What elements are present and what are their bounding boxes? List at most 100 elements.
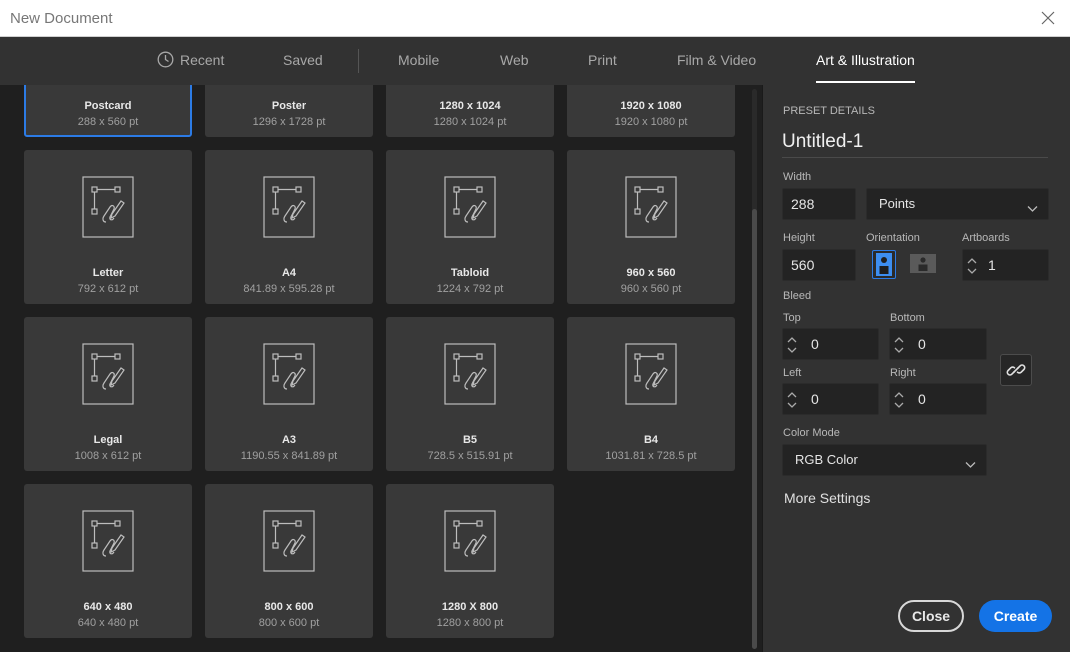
preset-card[interactable]: B5 728.5 x 515.91 pt [386, 317, 554, 471]
tab-art-illustration[interactable]: Art & Illustration [816, 37, 915, 85]
category-tabs: Recent Saved Mobile Web Print Film & Vid… [0, 37, 1070, 85]
bleed-right-value: 0 [918, 391, 926, 407]
more-settings-button[interactable]: More Settings [784, 490, 870, 506]
preset-card[interactable]: 800 x 600 800 x 600 pt [205, 484, 373, 638]
preset-name: A4 [281, 267, 297, 279]
portrait-icon [876, 253, 892, 276]
create-button[interactable]: Create [979, 600, 1052, 632]
preset-card[interactable]: 1920 x 1080 1920 x 1080 pt [567, 85, 735, 137]
preset-card[interactable]: Tabloid 1224 x 792 pt [386, 150, 554, 304]
color-mode-value: RGB Color [795, 452, 858, 467]
landscape-icon [910, 254, 936, 273]
height-label: Height [783, 232, 815, 244]
clock-icon [157, 40, 174, 87]
preset-card[interactable]: A4 841.89 x 595.28 pt [205, 150, 373, 304]
link-icon [1006, 364, 1026, 376]
tab-web[interactable]: Web [500, 37, 529, 85]
bleed-bottom-value: 0 [918, 336, 926, 352]
preset-name: B4 [643, 434, 659, 446]
preset-name: Tabloid [450, 267, 490, 279]
preset-name: Postcard [84, 100, 132, 112]
bleed-right-label: Right [890, 367, 916, 379]
scrollbar-thumb[interactable] [752, 209, 757, 649]
bleed-bottom-label: Bottom [890, 312, 925, 324]
tab-saved[interactable]: Saved [283, 37, 323, 85]
stepper-icon[interactable] [892, 333, 906, 359]
document-name-field[interactable]: Untitled-1 [782, 131, 1048, 158]
preset-card[interactable]: Letter 792 x 612 pt [24, 150, 192, 304]
units-dropdown[interactable]: Points [866, 188, 1049, 220]
document-preset-icon [625, 176, 677, 243]
preset-size: 800 x 600 pt [258, 617, 320, 629]
preset-card[interactable]: Postcard 288 x 560 pt [24, 85, 192, 137]
landscape-orientation-button[interactable] [909, 250, 936, 279]
preset-size: 960 x 560 pt [620, 283, 682, 295]
window-title: New Document [10, 10, 113, 27]
preset-size: 1280 x 800 pt [436, 617, 504, 629]
color-mode-dropdown[interactable]: RGB Color [782, 444, 987, 476]
document-preset-icon [444, 176, 496, 243]
scrollbar[interactable] [752, 89, 757, 649]
preset-card[interactable]: Poster 1296 x 1728 pt [205, 85, 373, 137]
stepper-icon[interactable] [785, 333, 799, 359]
tab-recent[interactable]: Recent [157, 37, 224, 85]
preset-size: 1280 x 1024 pt [433, 116, 507, 128]
bleed-label: Bleed [783, 290, 812, 302]
preset-name: Poster [271, 100, 307, 112]
preset-card[interactable]: Legal 1008 x 612 pt [24, 317, 192, 471]
bleed-left-input[interactable]: 0 [782, 383, 879, 415]
preset-card[interactable]: 640 x 480 640 x 480 pt [24, 484, 192, 638]
height-input[interactable]: 560 [782, 249, 856, 281]
preset-card[interactable]: 1280 X 800 1280 x 800 pt [386, 484, 554, 638]
artboards-value: 1 [988, 257, 996, 273]
document-preset-icon [444, 343, 496, 410]
chevron-down-icon [1027, 200, 1038, 216]
preset-name: 960 x 560 [626, 267, 676, 279]
document-preset-icon [625, 343, 677, 410]
artboards-label: Artboards [962, 232, 1010, 244]
preset-details-panel: PRESET DETAILS Untitled-1 Width 288 Poin… [762, 85, 1070, 652]
stepper-icon[interactable] [785, 388, 799, 414]
preset-size: 841.89 x 595.28 pt [243, 283, 335, 295]
preset-name: Letter [92, 267, 124, 279]
bleed-top-label: Top [783, 312, 801, 324]
height-value: 560 [791, 257, 815, 273]
preset-card[interactable]: 960 x 560 960 x 560 pt [567, 150, 735, 304]
tab-print[interactable]: Print [588, 37, 617, 85]
document-preset-icon [82, 343, 134, 410]
tab-label: Recent [180, 52, 225, 68]
preset-name: 640 x 480 [83, 601, 133, 613]
preset-name: 800 x 600 [264, 601, 314, 613]
close-icon[interactable] [1038, 8, 1058, 28]
preset-details-header: PRESET DETAILS [783, 105, 875, 117]
preset-card[interactable]: A3 1190.55 x 841.89 pt [205, 317, 373, 471]
width-input[interactable]: 288 [782, 188, 856, 220]
portrait-orientation-button[interactable] [872, 250, 896, 279]
preset-card[interactable]: B4 1031.81 x 728.5 pt [567, 317, 735, 471]
tab-film-video[interactable]: Film & Video [677, 37, 756, 85]
link-bleed-button[interactable] [1000, 354, 1032, 386]
preset-size: 792 x 612 pt [77, 283, 139, 295]
bleed-left-label: Left [783, 367, 802, 379]
width-label: Width [783, 171, 812, 183]
preset-name: Legal [93, 434, 123, 446]
tab-mobile[interactable]: Mobile [398, 37, 439, 85]
bleed-right-input[interactable]: 0 [889, 383, 987, 415]
bleed-bottom-input[interactable]: 0 [889, 328, 987, 360]
preset-card[interactable]: 1280 x 1024 1280 x 1024 pt [386, 85, 554, 137]
document-preset-icon [263, 510, 315, 577]
artboards-input[interactable]: 1 [962, 249, 1049, 281]
preset-size: 288 x 560 pt [77, 116, 139, 128]
stepper-icon[interactable] [965, 254, 979, 280]
preset-name: 1920 x 1080 [620, 100, 682, 112]
close-button[interactable]: Close [898, 600, 964, 632]
bleed-top-input[interactable]: 0 [782, 328, 879, 360]
preset-size: 1224 x 792 pt [436, 283, 504, 295]
preset-name: A3 [281, 434, 297, 446]
preset-name: 1280 X 800 [441, 601, 499, 613]
chevron-down-icon [965, 456, 976, 472]
preset-name: B5 [462, 434, 478, 446]
preset-size: 1008 x 612 pt [74, 450, 142, 462]
orientation-label: Orientation [866, 232, 920, 244]
stepper-icon[interactable] [892, 388, 906, 414]
